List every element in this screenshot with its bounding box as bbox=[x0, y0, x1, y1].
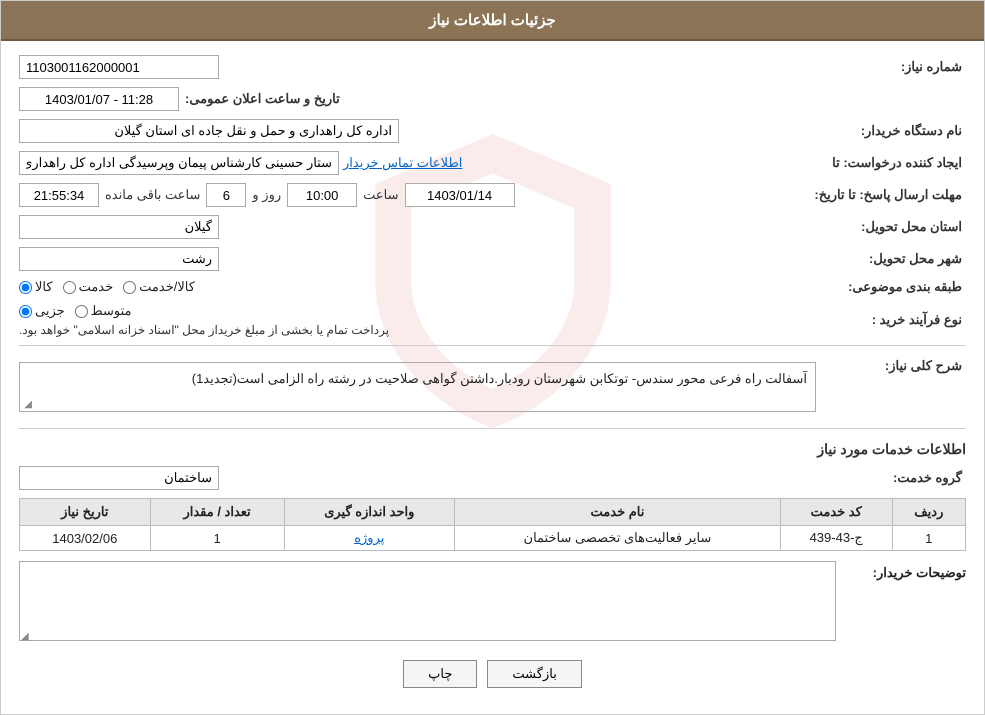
service-group-row: گروه خدمت: bbox=[19, 466, 966, 490]
resize-handle: ◢ bbox=[22, 399, 32, 409]
buyer-desc-row: توضیحات خریدار: ◢ bbox=[19, 561, 966, 644]
need-number-row: شماره نیاز: bbox=[19, 55, 966, 79]
col-date: تاریخ نیاز bbox=[20, 499, 151, 526]
deadline-row: مهلت ارسال پاسخ: تا تاریخ: ساعت روز و سا… bbox=[19, 183, 966, 207]
table-row: 1ج-43-439سایر فعالیت‌های تخصصی ساختمانپر… bbox=[20, 526, 966, 551]
page-header: جزئیات اطلاعات نیاز bbox=[1, 1, 984, 41]
need-desc-row: شرح کلی نیاز: آسفالت راه فرعی محور سندس-… bbox=[19, 354, 966, 420]
category-label: طبقه بندی موضوعی: bbox=[816, 279, 966, 295]
cat-khidmat-label: خدمت bbox=[79, 279, 114, 295]
need-number-label: شماره نیاز: bbox=[816, 59, 966, 75]
need-desc-box: آسفالت راه فرعی محور سندس- توتکابن شهرست… bbox=[19, 362, 816, 412]
col-code: کد خدمت bbox=[780, 499, 892, 526]
cat-kala-radio[interactable] bbox=[19, 281, 32, 294]
province-input[interactable] bbox=[19, 215, 219, 239]
need-desc-text: آسفالت راه فرعی محور سندس- توتکابن شهرست… bbox=[192, 371, 807, 386]
buyer-org-input[interactable] bbox=[19, 119, 399, 143]
process-row: نوع فرآیند خرید : متوسط جزیی پرداخت تمام… bbox=[19, 303, 966, 337]
province-row: استان محل تحویل: bbox=[19, 215, 966, 239]
proc-medium-label: متوسط bbox=[91, 303, 132, 319]
announce-label: تاریخ و ساعت اعلان عمومی: bbox=[185, 91, 344, 107]
proc-small-radio[interactable] bbox=[19, 305, 32, 318]
service-table: ردیف کد خدمت نام خدمت واحد اندازه گیری ت… bbox=[19, 498, 966, 551]
col-name: نام خدمت bbox=[455, 499, 781, 526]
buyer-desc-textarea[interactable] bbox=[19, 561, 836, 641]
city-label: شهر محل تحویل: bbox=[816, 251, 966, 267]
service-info-title: اطلاعات خدمات مورد نیاز bbox=[19, 441, 966, 458]
need-desc-label: شرح کلی نیاز: bbox=[816, 354, 966, 374]
proc-medium-item[interactable]: متوسط bbox=[75, 303, 132, 319]
cat-kala-khidmat-item[interactable]: کالا/خدمت bbox=[123, 279, 195, 295]
proc-small-item[interactable]: جزیی bbox=[19, 303, 65, 319]
back-button[interactable]: بازگشت bbox=[487, 660, 581, 688]
service-group-input[interactable] bbox=[19, 466, 219, 490]
cat-kala-khidmat-label: کالا/خدمت bbox=[139, 279, 195, 295]
service-group-label: گروه خدمت: bbox=[816, 470, 966, 486]
announce-input[interactable] bbox=[19, 87, 179, 111]
col-qty: تعداد / مقدار bbox=[150, 499, 284, 526]
proc-medium-radio[interactable] bbox=[75, 305, 88, 318]
proc-small-label: جزیی bbox=[35, 303, 65, 319]
page-title: جزئیات اطلاعات نیاز bbox=[429, 12, 556, 29]
deadline-time-input[interactable] bbox=[287, 183, 357, 207]
col-row: ردیف bbox=[892, 499, 965, 526]
cat-kala-label: کالا bbox=[35, 279, 53, 295]
cat-kala-khidmat-radio[interactable] bbox=[123, 281, 136, 294]
buyer-org-row: نام دستگاه خریدار: bbox=[19, 119, 966, 143]
deadline-date-input[interactable] bbox=[405, 183, 515, 207]
city-input[interactable] bbox=[19, 247, 219, 271]
creator-input[interactable] bbox=[19, 151, 339, 175]
province-label: استان محل تحویل: bbox=[816, 219, 966, 235]
creator-contact-link[interactable]: اطلاعات تماس خریدار bbox=[343, 155, 462, 171]
buyer-resize-icon: ◢ bbox=[21, 631, 29, 642]
category-row: طبقه بندی موضوعی: کالا/خدمت خدمت کالا bbox=[19, 279, 966, 295]
process-detail: پرداخت تمام یا بخشی از مبلغ خریداز محل "… bbox=[19, 323, 389, 337]
cat-khidmat-radio[interactable] bbox=[63, 281, 76, 294]
need-number-input[interactable] bbox=[19, 55, 219, 79]
cat-khidmat-item[interactable]: خدمت bbox=[63, 279, 114, 295]
footer-buttons: بازگشت چاپ bbox=[19, 660, 966, 688]
buyer-org-label: نام دستگاه خریدار: bbox=[816, 123, 966, 139]
days-label: روز و bbox=[252, 187, 281, 203]
col-unit: واحد اندازه گیری bbox=[284, 499, 455, 526]
remaining-label: ساعت باقی مانده bbox=[105, 187, 200, 203]
print-button[interactable]: چاپ bbox=[403, 660, 477, 688]
time-label: ساعت bbox=[363, 187, 398, 203]
city-row: شهر محل تحویل: bbox=[19, 247, 966, 271]
deadline-label: مهلت ارسال پاسخ: تا تاریخ: bbox=[814, 187, 966, 203]
days-input[interactable] bbox=[206, 183, 246, 207]
buyer-desc-label: توضیحات خریدار: bbox=[836, 561, 966, 581]
creator-label: ایجاد کننده درخواست: تا bbox=[816, 155, 966, 171]
process-label: نوع فرآیند خرید : bbox=[816, 312, 966, 328]
remaining-time-input[interactable] bbox=[19, 183, 99, 207]
creator-row: ایجاد کننده درخواست: تا اطلاعات تماس خری… bbox=[19, 151, 966, 175]
announce-row: تاریخ و ساعت اعلان عمومی: document.addEv… bbox=[19, 87, 966, 111]
cat-kala-item[interactable]: کالا bbox=[19, 279, 53, 295]
